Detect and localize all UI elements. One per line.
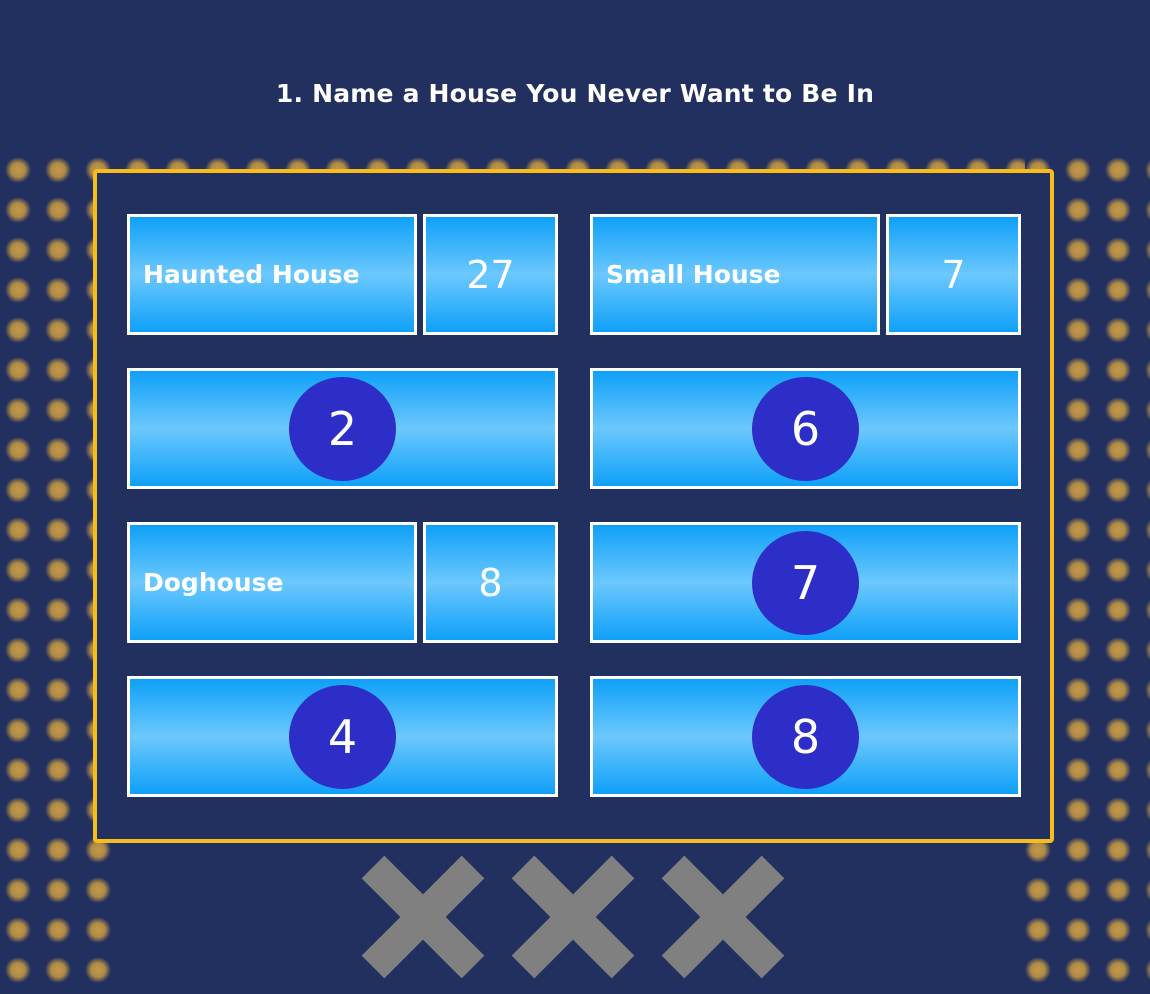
tile-number-badge: 2 [289, 376, 396, 481]
tile-number-badge: 8 [752, 684, 859, 789]
answer-tile-8[interactable]: 8 [590, 676, 1021, 797]
x-icon[interactable] [657, 851, 789, 983]
answer-tile-1[interactable]: Haunted House 27 [127, 214, 558, 335]
answer-text: Doghouse [127, 522, 417, 643]
tile-number-badge: 4 [289, 684, 396, 789]
x-icon[interactable] [507, 851, 639, 983]
answer-points: 8 [423, 522, 558, 643]
tile-number-badge: 7 [752, 530, 859, 635]
hidden-answer: 7 [590, 522, 1021, 643]
hidden-answer: 2 [127, 368, 558, 489]
x-icon[interactable] [357, 851, 489, 983]
answer-tile-6[interactable]: 7 [590, 522, 1021, 643]
hidden-answer: 8 [590, 676, 1021, 797]
tile-number-badge: 6 [752, 376, 859, 481]
answer-text: Small House [590, 214, 880, 335]
hidden-answer: 6 [590, 368, 1021, 489]
answer-tile-2[interactable]: Small House 7 [590, 214, 1021, 335]
answer-text: Haunted House [127, 214, 417, 335]
answer-points: 27 [423, 214, 558, 335]
answer-board: Haunted House 27 Small House 7 2 6 Dogho… [93, 169, 1054, 843]
answer-tile-5[interactable]: Doghouse 8 [127, 522, 558, 643]
question-title: 1. Name a House You Never Want to Be In [275, 79, 875, 108]
answer-tile-7[interactable]: 4 [127, 676, 558, 797]
hidden-answer: 4 [127, 676, 558, 797]
answer-points: 7 [886, 214, 1021, 335]
answer-tile-3[interactable]: 2 [127, 368, 558, 489]
answer-tile-4[interactable]: 6 [590, 368, 1021, 489]
